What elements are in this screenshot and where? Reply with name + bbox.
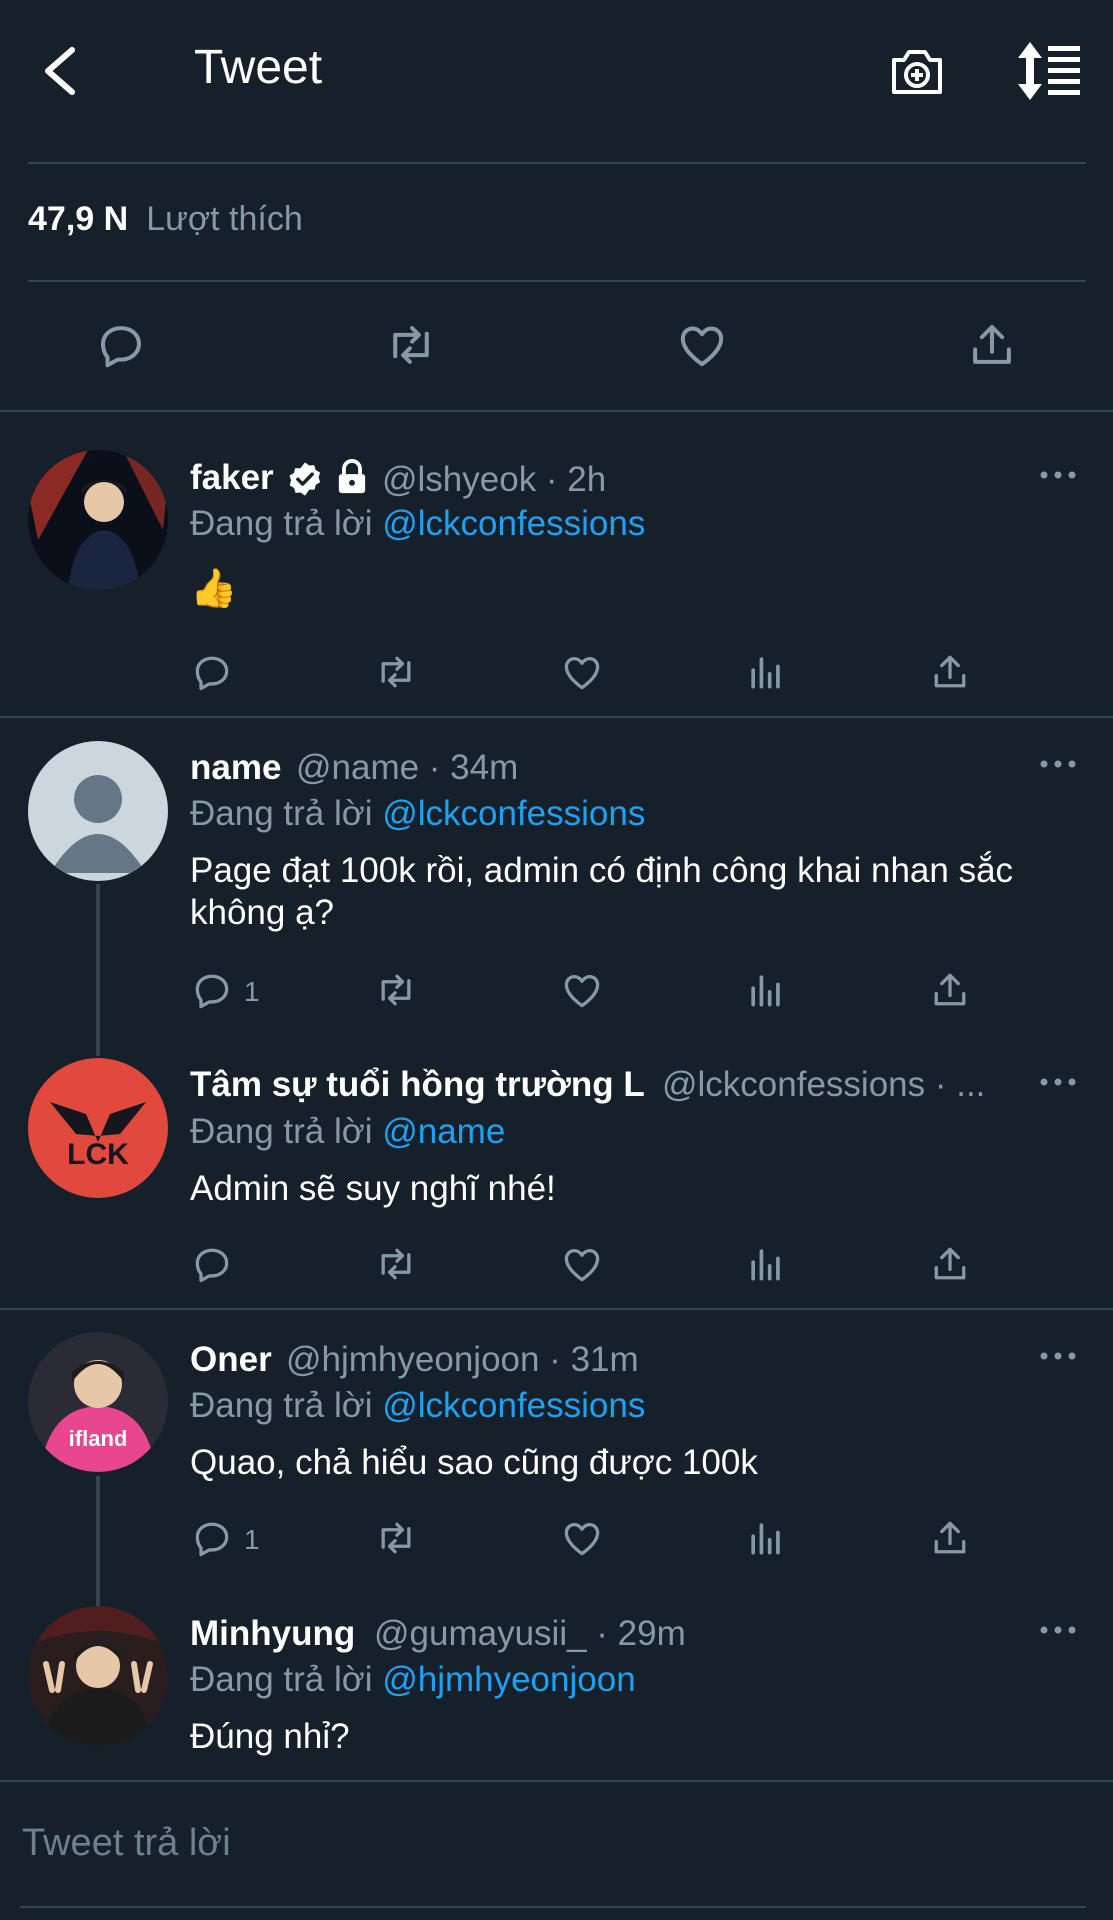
stats-icon[interactable] — [744, 1516, 788, 1560]
retweet-icon[interactable] — [384, 318, 438, 372]
more-options-icon[interactable] — [1038, 1624, 1078, 1636]
share-icon[interactable] — [928, 968, 972, 1012]
stats-icon[interactable] — [744, 968, 788, 1012]
stats-icon[interactable] — [744, 650, 788, 694]
share-icon[interactable] — [928, 1516, 972, 1560]
author-name[interactable]: faker — [190, 458, 274, 498]
back-arrow-icon[interactable] — [36, 36, 86, 106]
replying-to: Đang trả lời @name — [190, 1112, 506, 1151]
lock-icon — [334, 458, 370, 496]
avatar[interactable] — [28, 1606, 168, 1746]
replying-to: Đang trả lời @hjmhyeonjoon — [190, 1660, 636, 1699]
share-icon[interactable] — [928, 1242, 972, 1286]
stats-icon[interactable] — [744, 1242, 788, 1286]
mention-link[interactable]: @name — [382, 1112, 505, 1151]
likes-count: 47,9 N — [28, 200, 129, 238]
author-handle-time: @lshyeok · 2h — [382, 460, 607, 499]
likes-summary[interactable]: 47,9 N Lượt thích — [28, 200, 303, 239]
retweet-icon[interactable] — [374, 650, 418, 694]
avatar[interactable] — [28, 450, 168, 590]
author-handle-time: @hjmhyeonjoon · 31m — [286, 1340, 639, 1379]
more-options-icon[interactable] — [1038, 1076, 1078, 1088]
like-icon[interactable] — [560, 650, 604, 694]
like-icon[interactable] — [560, 968, 604, 1012]
share-icon[interactable] — [928, 650, 972, 694]
tweet-text: 👍 — [190, 568, 238, 610]
divider — [0, 410, 1113, 412]
author-handle-time: @gumayusii_ · 29m — [374, 1614, 686, 1653]
like-icon[interactable] — [560, 1516, 604, 1560]
replying-to: Đang trả lời @lckconfessions — [190, 504, 646, 543]
svg-text:LCK: LCK — [67, 1138, 129, 1171]
divider — [0, 1780, 1113, 1782]
author-handle-time: @lckconfessions · ... — [662, 1065, 986, 1104]
reply-icon[interactable] — [190, 650, 234, 694]
reply-count: 1 — [244, 976, 260, 1007]
more-options-icon[interactable] — [1038, 469, 1078, 481]
tweet-text: Đúng nhỉ? — [190, 1717, 350, 1756]
reply-icon[interactable] — [190, 1242, 234, 1286]
like-icon[interactable] — [560, 1242, 604, 1286]
verified-badge-icon — [286, 460, 324, 498]
divider — [20, 1906, 1086, 1908]
svg-text:ifland: ifland — [69, 1426, 128, 1451]
author-name[interactable]: Minhyung — [190, 1614, 355, 1654]
like-icon[interactable] — [675, 318, 729, 372]
retweet-icon[interactable] — [374, 1516, 418, 1560]
avatar[interactable] — [28, 741, 168, 881]
avatar[interactable]: LCK — [28, 1058, 168, 1198]
mention-link[interactable]: @lckconfessions — [382, 794, 645, 833]
mention-link[interactable]: @lckconfessions — [382, 1386, 645, 1425]
reply-icon[interactable] — [190, 1516, 234, 1560]
more-options-icon[interactable] — [1038, 758, 1078, 770]
share-icon[interactable] — [965, 318, 1019, 372]
reply-icon[interactable] — [94, 318, 148, 372]
tweet-text: Admin sẽ suy nghĩ nhé! — [190, 1169, 556, 1208]
retweet-icon[interactable] — [374, 1242, 418, 1286]
author-name[interactable]: name — [190, 748, 281, 788]
replying-to: Đang trả lời @lckconfessions — [190, 1386, 646, 1425]
tweet-text: Quao, chả hiểu sao cũng được 100k — [190, 1443, 758, 1482]
mention-link[interactable]: @lckconfessions — [382, 504, 645, 543]
divider — [0, 716, 1113, 718]
divider — [28, 162, 1086, 164]
likes-label: Lượt thích — [146, 200, 303, 238]
divider — [28, 280, 1086, 282]
reply-count: 1 — [244, 1524, 260, 1555]
reply-icon[interactable] — [190, 968, 234, 1012]
author-name[interactable]: Tâm sự tuổi hồng trường L — [190, 1065, 645, 1105]
replying-to: Đang trả lời @lckconfessions — [190, 794, 646, 833]
camera-plus-icon[interactable] — [888, 44, 946, 100]
retweet-icon[interactable] — [374, 968, 418, 1012]
reply-input[interactable]: Tweet trả lời — [22, 1822, 231, 1865]
page-title: Tweet — [194, 41, 323, 94]
author-name[interactable]: Oner — [190, 1340, 272, 1380]
author-handle-time: @name · 34m — [296, 748, 519, 787]
more-options-icon[interactable] — [1038, 1350, 1078, 1362]
mention-link[interactable]: @hjmhyeonjoon — [382, 1660, 635, 1699]
divider — [0, 1308, 1113, 1310]
avatar[interactable]: ifland — [28, 1332, 168, 1472]
sort-list-icon[interactable] — [1014, 40, 1082, 102]
thread-connector — [96, 884, 100, 1056]
tweet-text: Page đạt 100k rồi, admin có định công kh… — [190, 851, 1014, 932]
thread-connector — [96, 1476, 100, 1608]
